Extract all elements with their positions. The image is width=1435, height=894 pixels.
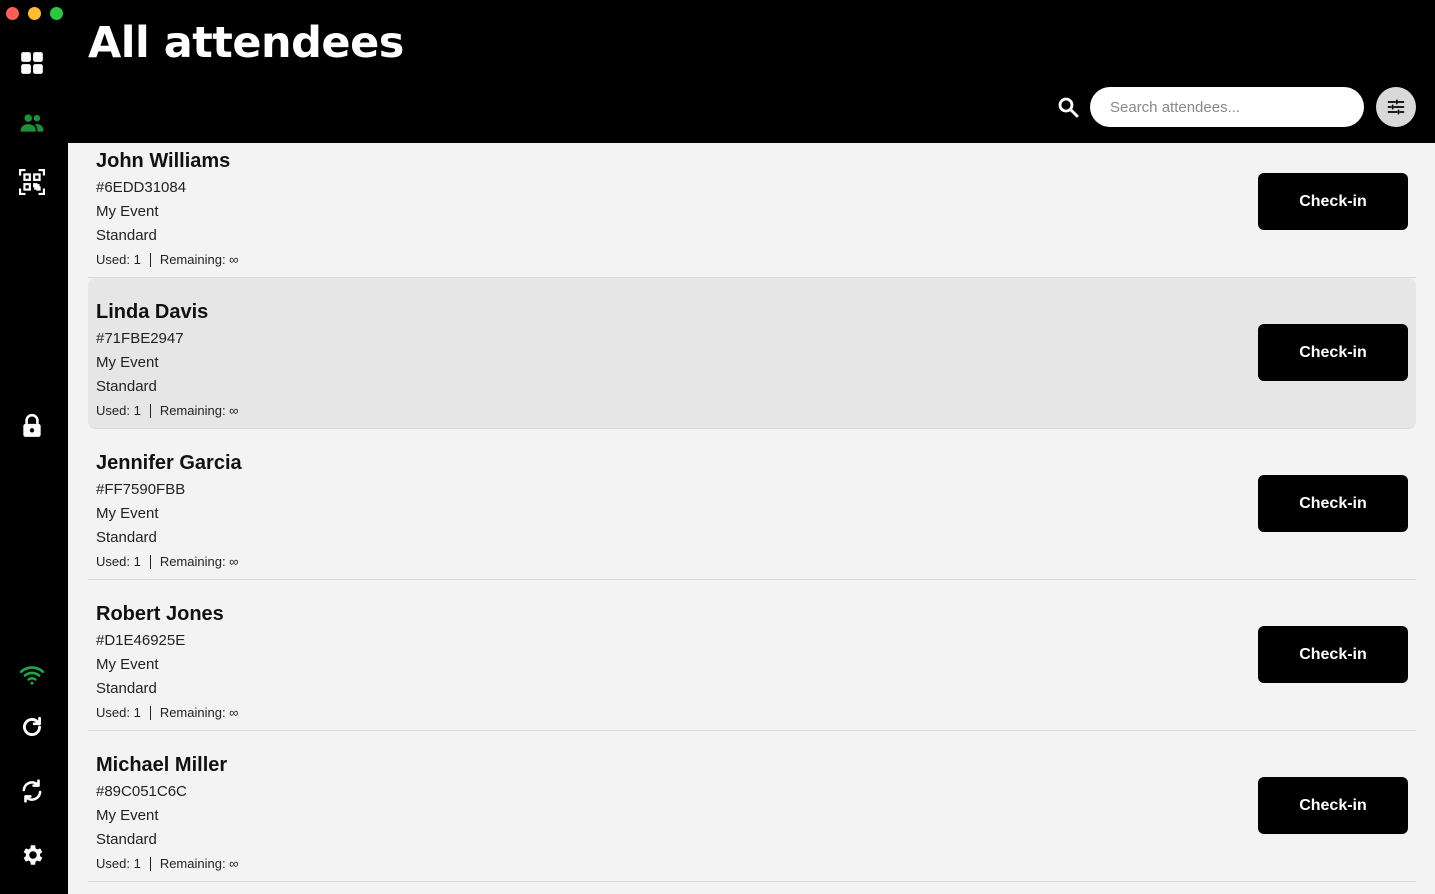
check-in-button[interactable]: Check-in bbox=[1258, 626, 1408, 683]
remaining-count: Remaining: ∞ bbox=[159, 252, 239, 267]
filter-button[interactable] bbox=[1376, 87, 1416, 127]
used-count: Used: 1 bbox=[96, 403, 141, 418]
refresh-icon[interactable] bbox=[18, 713, 46, 741]
attendee-row[interactable]: Michael Miller #89C051C6C My Event Stand… bbox=[88, 731, 1416, 882]
attendee-event: My Event bbox=[96, 203, 159, 220]
attendee-row[interactable]: Jennifer Garcia #FF7590FBB My Event Stan… bbox=[88, 429, 1416, 580]
window-close-button[interactable] bbox=[6, 7, 19, 20]
remaining-count: Remaining: ∞ bbox=[159, 856, 239, 871]
attendee-row[interactable]: John Williams #6EDD31084 My Event Standa… bbox=[88, 143, 1416, 278]
sidebar bbox=[0, 0, 68, 894]
search-input[interactable] bbox=[1090, 87, 1364, 127]
attendee-usage: Used: 1 Remaining: ∞ bbox=[96, 399, 1408, 423]
header: All attendees bbox=[68, 0, 1435, 143]
wifi-icon bbox=[18, 661, 46, 689]
attendee-name: Robert Jones bbox=[96, 603, 224, 625]
divider bbox=[149, 555, 151, 569]
lock-icon[interactable] bbox=[18, 412, 46, 440]
attendee-id: #D1E46925E bbox=[96, 632, 186, 649]
divider bbox=[149, 404, 151, 418]
attendee-event: My Event bbox=[96, 807, 159, 824]
attendee-list-panel: John Williams #6EDD31084 My Event Standa… bbox=[68, 143, 1435, 894]
check-in-button[interactable]: Check-in bbox=[1258, 475, 1408, 532]
sync-icon[interactable] bbox=[18, 777, 46, 805]
attendees-people-icon[interactable] bbox=[18, 109, 46, 137]
attendee-row[interactable]: Robert Jones #D1E46925E My Event Standar… bbox=[88, 580, 1416, 731]
attendee-usage: Used: 1 Remaining: ∞ bbox=[96, 550, 1408, 574]
remaining-count: Remaining: ∞ bbox=[159, 705, 239, 720]
attendee-id: #FF7590FBB bbox=[96, 481, 186, 498]
attendee-event: My Event bbox=[96, 354, 159, 371]
remaining-count: Remaining: ∞ bbox=[159, 554, 239, 569]
attendee-usage: Used: 1 Remaining: ∞ bbox=[96, 248, 1408, 272]
used-count: Used: 1 bbox=[96, 252, 141, 267]
used-count: Used: 1 bbox=[96, 705, 141, 720]
window-controls bbox=[6, 7, 63, 20]
attendee-name: Jennifer Garcia bbox=[96, 452, 242, 474]
check-in-button[interactable]: Check-in bbox=[1258, 777, 1408, 834]
attendee-list: John Williams #6EDD31084 My Event Standa… bbox=[88, 143, 1416, 882]
attendee-id: #6EDD31084 bbox=[96, 179, 187, 196]
used-count: Used: 1 bbox=[96, 856, 141, 871]
attendee-event: My Event bbox=[96, 656, 159, 673]
attendee-usage: Used: 1 Remaining: ∞ bbox=[96, 701, 1408, 725]
attendee-name: John Williams bbox=[96, 150, 231, 172]
divider bbox=[149, 706, 151, 720]
divider bbox=[149, 857, 151, 871]
used-count: Used: 1 bbox=[96, 554, 141, 569]
attendee-row[interactable]: Linda Davis #71FBE2947 My Event Standard… bbox=[88, 278, 1416, 429]
search-icon bbox=[1058, 97, 1079, 118]
attendee-ticket-type: Standard bbox=[96, 227, 157, 244]
attendee-name: Linda Davis bbox=[96, 301, 209, 323]
dashboard-grid-icon[interactable] bbox=[18, 49, 46, 77]
attendee-ticket-type: Standard bbox=[96, 378, 157, 395]
window-minimize-button[interactable] bbox=[28, 7, 41, 20]
filter-sliders-icon bbox=[1387, 99, 1405, 115]
attendee-ticket-type: Standard bbox=[96, 831, 157, 848]
settings-gear-icon[interactable] bbox=[18, 841, 46, 869]
attendee-name: Michael Miller bbox=[96, 754, 228, 776]
divider bbox=[149, 253, 151, 267]
attendee-ticket-type: Standard bbox=[96, 529, 157, 546]
check-in-button[interactable]: Check-in bbox=[1258, 173, 1408, 230]
window-maximize-button[interactable] bbox=[50, 7, 63, 20]
attendee-id: #71FBE2947 bbox=[96, 330, 184, 347]
attendee-usage: Used: 1 Remaining: ∞ bbox=[96, 852, 1408, 876]
page-title: All attendees bbox=[88, 18, 404, 68]
attendee-id: #89C051C6C bbox=[96, 783, 187, 800]
attendee-event: My Event bbox=[96, 505, 159, 522]
check-in-button[interactable]: Check-in bbox=[1258, 324, 1408, 381]
remaining-count: Remaining: ∞ bbox=[159, 403, 239, 418]
attendee-ticket-type: Standard bbox=[96, 680, 157, 697]
qr-scan-icon[interactable] bbox=[18, 168, 46, 196]
